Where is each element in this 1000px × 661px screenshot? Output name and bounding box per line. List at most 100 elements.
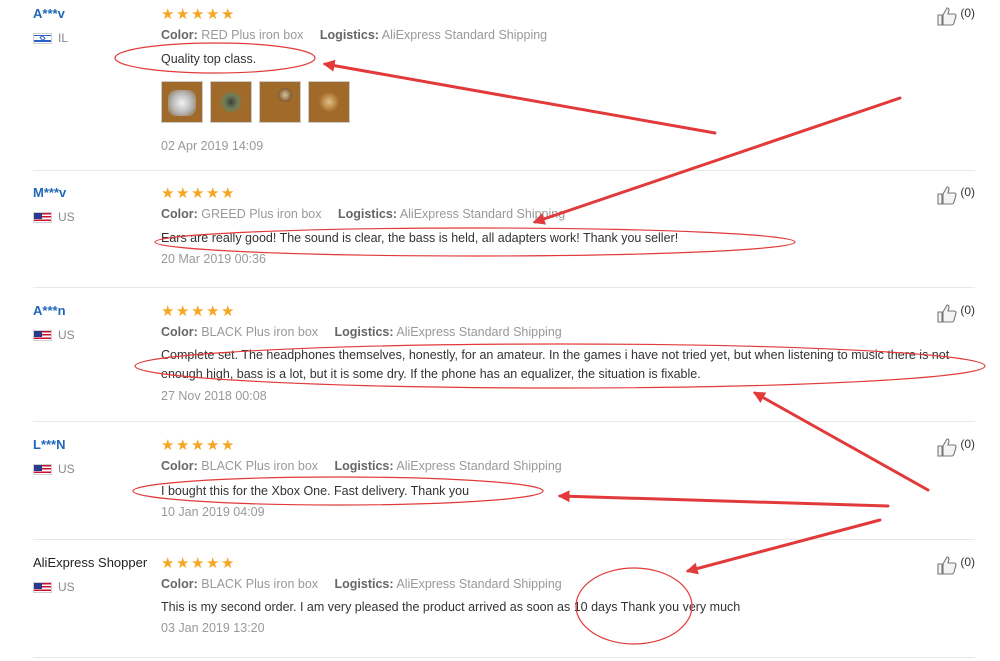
- review-user: AliExpress Shopper US: [33, 555, 161, 594]
- logistics-value: AliExpress Standard Shipping: [396, 577, 562, 591]
- logistics-label: Logistics:: [319, 28, 379, 42]
- helpful-button[interactable]: (0): [936, 6, 975, 26]
- star-icon: ★: [161, 302, 175, 320]
- thumbs-up-icon: [937, 438, 957, 457]
- us-flag-icon: [33, 211, 52, 223]
- review-meta: Color: BLACK Plus iron box Logistics: Al…: [161, 324, 921, 340]
- review-user: M***v US: [33, 185, 161, 224]
- reviewer-country: US: [33, 580, 161, 594]
- reviewer-name[interactable]: M***v: [33, 185, 161, 201]
- review-user: A***v IL: [33, 6, 161, 45]
- review-item: A***n US ★ ★ ★ ★ ★ Color: BLACK Plus iro…: [33, 303, 975, 422]
- color-value: BLACK Plus iron box: [201, 325, 319, 339]
- star-icon: ★: [206, 554, 220, 572]
- helpful-button[interactable]: (0): [936, 555, 975, 575]
- review-content: ★ ★ ★ ★ ★ Color: BLACK Plus iron box Log…: [161, 303, 949, 404]
- star-icon: ★: [191, 302, 205, 320]
- star-icon: ★: [206, 302, 220, 320]
- helpful-count: (0): [960, 555, 975, 569]
- thumbs-up-icon: [937, 556, 957, 575]
- country-code: US: [58, 462, 75, 476]
- us-flag-icon: [33, 329, 52, 341]
- star-icon: ★: [161, 554, 175, 572]
- review-user: A***n US: [33, 303, 161, 342]
- reviewer-country: US: [33, 328, 161, 342]
- review-date: 03 Jan 2019 13:20: [161, 621, 265, 635]
- review-text: Quality top class.: [161, 52, 257, 66]
- color-value: BLACK Plus iron box: [201, 577, 319, 591]
- star-icon: ★: [161, 436, 175, 454]
- star-icon: ★: [161, 184, 175, 202]
- logistics-label: Logistics:: [334, 577, 394, 591]
- review-photo-thumbnail[interactable]: [308, 81, 350, 123]
- helpful-button[interactable]: (0): [936, 437, 975, 457]
- logistics-label: Logistics:: [334, 325, 394, 339]
- review-meta: Color: BLACK Plus iron box Logistics: Al…: [161, 576, 921, 592]
- review-content: ★ ★ ★ ★ ★ Color: BLACK Plus iron box Log…: [161, 437, 921, 520]
- review-meta: Color: GREED Plus iron box Logistics: Al…: [161, 206, 921, 222]
- thumbs-up-icon: [937, 304, 957, 323]
- review-item: M***v US ★ ★ ★ ★ ★ Color: GREED Plus iro…: [33, 185, 975, 288]
- review-content: ★ ★ ★ ★ ★ Color: BLACK Plus iron box Log…: [161, 555, 921, 636]
- review-photos: [161, 81, 921, 123]
- review-photo-thumbnail[interactable]: [161, 81, 203, 123]
- helpful-count: (0): [960, 6, 975, 20]
- star-icon: ★: [221, 184, 235, 202]
- helpful-button[interactable]: (0): [936, 303, 975, 323]
- review-text: Ears are really good! The sound is clear…: [161, 231, 679, 245]
- color-value: GREED Plus iron box: [201, 207, 322, 221]
- helpful-count: (0): [960, 437, 975, 451]
- star-icon: ★: [206, 184, 220, 202]
- review-content: ★ ★ ★ ★ ★ Color: GREED Plus iron box Log…: [161, 185, 921, 267]
- helpful-count: (0): [960, 185, 975, 199]
- country-code: US: [58, 580, 75, 594]
- color-label: Color:: [161, 28, 198, 42]
- star-rating: ★ ★ ★ ★ ★: [161, 6, 921, 22]
- review-photo-thumbnail[interactable]: [210, 81, 252, 123]
- review-text: Complete set. The headphones themselves,…: [161, 348, 950, 381]
- helpful-count: (0): [960, 303, 975, 317]
- star-icon: ★: [161, 5, 175, 23]
- color-value: RED Plus iron box: [201, 28, 304, 42]
- review-list: A***v IL ★ ★ ★ ★ ★ Color: RED Plus iron …: [0, 0, 1000, 661]
- star-rating: ★ ★ ★ ★ ★: [161, 185, 921, 201]
- logistics-label: Logistics:: [337, 207, 398, 221]
- country-code: US: [58, 328, 75, 342]
- color-label: Color:: [161, 459, 198, 473]
- review-photo-thumbnail[interactable]: [259, 81, 301, 123]
- review-date: 02 Apr 2019 14:09: [161, 139, 264, 153]
- star-icon: ★: [206, 436, 220, 454]
- star-icon: ★: [176, 302, 190, 320]
- star-icon: ★: [221, 554, 235, 572]
- review-item: AliExpress Shopper US ★ ★ ★ ★ ★ Color: B…: [33, 555, 975, 658]
- star-icon: ★: [176, 436, 190, 454]
- review-content: ★ ★ ★ ★ ★ Color: RED Plus iron box Logis…: [161, 6, 921, 154]
- country-code: US: [58, 210, 75, 224]
- star-rating: ★ ★ ★ ★ ★: [161, 437, 921, 453]
- star-rating: ★ ★ ★ ★ ★: [161, 303, 921, 319]
- star-icon: ★: [191, 554, 205, 572]
- review-item: L***N US ★ ★ ★ ★ ★ Color: BLACK Plus iro…: [33, 437, 975, 540]
- color-label: Color:: [161, 207, 198, 221]
- reviewer-name[interactable]: A***v: [33, 6, 161, 22]
- reviewer-name[interactable]: L***N: [33, 437, 161, 453]
- helpful-button[interactable]: (0): [936, 185, 975, 205]
- logistics-value: AliExpress Standard Shipping: [381, 28, 548, 42]
- reviewer-name[interactable]: A***n: [33, 303, 161, 319]
- logistics-label: Logistics:: [334, 459, 394, 473]
- review-date: 20 Mar 2019 00:36: [161, 252, 266, 266]
- star-icon: ★: [191, 184, 205, 202]
- star-icon: ★: [176, 5, 190, 23]
- review-date: 27 Nov 2018 00:08: [161, 389, 267, 403]
- country-code: IL: [58, 31, 69, 45]
- review-text: I bought this for the Xbox One. Fast del…: [161, 484, 470, 498]
- star-icon: ★: [176, 184, 190, 202]
- star-icon: ★: [221, 5, 235, 23]
- color-label: Color:: [161, 325, 198, 339]
- review-user: L***N US: [33, 437, 161, 476]
- star-icon: ★: [221, 302, 235, 320]
- reviewer-name[interactable]: AliExpress Shopper: [33, 555, 161, 571]
- us-flag-icon: [33, 581, 52, 593]
- star-icon: ★: [191, 436, 205, 454]
- review-meta: Color: BLACK Plus iron box Logistics: Al…: [161, 458, 921, 474]
